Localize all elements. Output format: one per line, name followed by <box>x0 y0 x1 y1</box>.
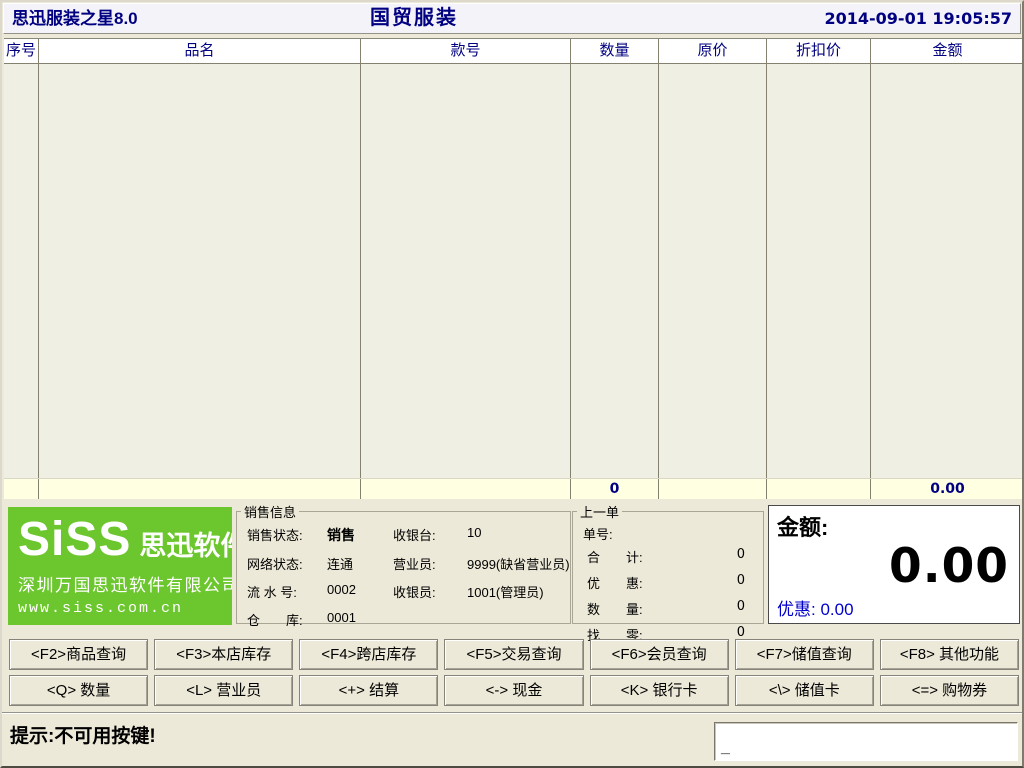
f5-transaction-query-button[interactable]: <F5>交易查询 <box>444 639 583 670</box>
plus-settle-button[interactable]: <+> 结算 <box>299 675 438 706</box>
sale-status-value: 销售 <box>327 525 393 545</box>
last-order-title: 上一单 <box>577 502 622 521</box>
table-totals-row: 0 0.00 <box>4 478 1024 499</box>
col-header-style-no: 款号 <box>361 39 571 63</box>
function-button-row-1: <F2>商品查询 <F3>本店库存 <F4>跨店库存 <F5>交易查询 <F6>… <box>6 639 1022 670</box>
salesperson-label: 营业员: <box>393 554 467 573</box>
network-status-label: 网络状态: <box>247 554 327 573</box>
status-message: 提示:不可用按键! <box>10 721 156 748</box>
serial-no-label: 流 水 号: <box>247 582 327 601</box>
amount-label: 金额: <box>777 510 1009 542</box>
minus-cash-button[interactable]: <-> 现金 <box>444 675 583 706</box>
siss-logo: SiSS <box>18 515 131 565</box>
store-name: 国贸服装 <box>370 4 458 33</box>
q-quantity-button[interactable]: <Q> 数量 <box>9 675 148 706</box>
k-bank-card-button[interactable]: <K> 银行卡 <box>590 675 729 706</box>
last-order-discount-label: 优 惠: <box>587 573 705 592</box>
vendor-logo-panel: SiSS 思迅软件 深圳万国思迅软件有限公司 www.siss.com.cn <box>8 507 232 625</box>
f6-member-query-button[interactable]: <F6>会员查询 <box>590 639 729 670</box>
last-order-total-value: 0 <box>705 547 745 566</box>
sale-status-label: 销售状态: <box>247 525 327 545</box>
company-name: 深圳万国思迅软件有限公司 <box>18 571 226 596</box>
title-bar: 思迅服装之星8.0 国贸服装 2014-09-01 19:05:57 <box>3 3 1021 34</box>
col-header-original-price: 原价 <box>659 39 767 63</box>
sales-info-title: 销售信息 <box>241 502 299 521</box>
salesperson-value: 9999(缺省营业员) <box>467 554 570 573</box>
total-quantity: 0 <box>571 479 659 499</box>
col-header-product-name: 品名 <box>39 39 361 63</box>
network-status-value: 连通 <box>327 554 393 573</box>
sales-info-panel: 销售信息 销售状态: 销售 收银台: 10 网络状态: 连通 营业员: 9999… <box>236 502 571 624</box>
text-cursor: _ <box>721 739 730 757</box>
l-salesperson-button[interactable]: <L> 营业员 <box>154 675 293 706</box>
f8-other-functions-button[interactable]: <F8> 其他功能 <box>880 639 1019 670</box>
register-value: 10 <box>467 525 570 545</box>
backslash-stored-value-card-button[interactable]: <\> 储值卡 <box>735 675 874 706</box>
siss-logo-cn: 思迅软件 <box>139 524 232 563</box>
cashier-label: 收银员: <box>393 582 467 601</box>
barcode-entry-input[interactable]: _ <box>714 722 1018 761</box>
f7-stored-value-query-button[interactable]: <F7>储值查询 <box>735 639 874 670</box>
status-bar: 提示:不可用按键! _ <box>2 712 1022 766</box>
datetime-display: 2014-09-01 19:05:57 <box>824 4 1012 33</box>
company-website: www.siss.com.cn <box>18 600 226 617</box>
amount-discount: 优惠: 0.00 <box>777 595 1009 620</box>
last-order-quantity-label: 数 量: <box>587 599 705 618</box>
warehouse-label: 仓 库: <box>247 610 327 629</box>
last-order-quantity-value: 0 <box>705 599 745 618</box>
f4-crossstore-stock-button[interactable]: <F4>跨店库存 <box>299 639 438 670</box>
warehouse-value: 0001 <box>327 610 393 629</box>
last-order-discount-value: 0 <box>705 573 745 592</box>
cashier-value: 1001(管理员) <box>467 582 570 601</box>
total-amount: 0.00 <box>871 479 1024 499</box>
app-title: 思迅服装之星8.0 <box>12 4 138 33</box>
col-header-quantity: 数量 <box>571 39 659 63</box>
col-header-amount: 金额 <box>871 39 1024 63</box>
pos-window: 思迅服装之星8.0 国贸服装 2014-09-01 19:05:57 序号 品名… <box>0 0 1024 768</box>
f2-product-query-button[interactable]: <F2>商品查询 <box>9 639 148 670</box>
f3-store-stock-button[interactable]: <F3>本店库存 <box>154 639 293 670</box>
amount-display-panel: 金额: 0.00 优惠: 0.00 <box>768 505 1020 624</box>
col-header-index: 序号 <box>4 39 39 63</box>
serial-no-value: 0002 <box>327 582 393 601</box>
function-button-row-2: <Q> 数量 <L> 营业员 <+> 结算 <-> 现金 <K> 银行卡 <\>… <box>6 675 1022 706</box>
last-order-no-label: 单号: <box>573 521 763 543</box>
table-header-row: 序号 品名 款号 数量 原价 折扣价 金额 <box>4 39 1024 64</box>
amount-value: 0.00 <box>777 542 1009 592</box>
register-label: 收银台: <box>393 525 467 545</box>
last-order-panel: 上一单 单号: 合 计: 0 优 惠: 0 数 量: 0 找 零: 0 <box>572 502 764 624</box>
table-body-empty <box>4 64 1024 478</box>
sale-items-table: 序号 品名 款号 数量 原价 折扣价 金额 0 0.00 <box>4 38 1024 499</box>
equals-voucher-button[interactable]: <=> 购物券 <box>880 675 1019 706</box>
col-header-discount-price: 折扣价 <box>767 39 871 63</box>
last-order-total-label: 合 计: <box>587 547 705 566</box>
